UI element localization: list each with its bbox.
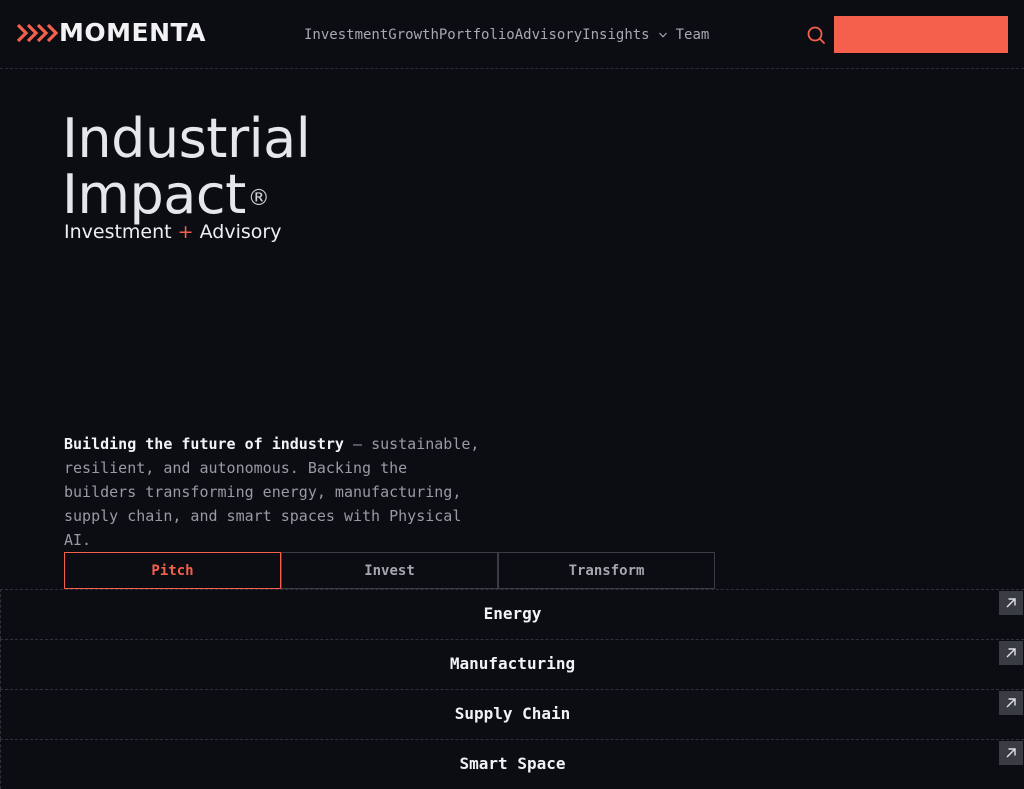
- hero-title-line2: Impact®: [62, 167, 310, 223]
- brand-name: MOMENTA: [59, 18, 206, 47]
- description-dash: —: [343, 435, 372, 453]
- header-cta-button[interactable]: [834, 16, 1008, 53]
- hero-sub-advisory: Advisory: [199, 221, 282, 243]
- nav-advisory[interactable]: Advisory: [515, 25, 582, 45]
- sector-label: Manufacturing: [449, 654, 576, 673]
- hero-sub-plus: +: [177, 221, 194, 243]
- hero-title: Industrial Impact®: [62, 107, 311, 223]
- main-nav: Investment Growth Portfolio Advisory Ins…: [304, 25, 709, 45]
- tab-pitch[interactable]: Pitch: [64, 552, 281, 589]
- hero-title-impact: Impact: [62, 163, 246, 226]
- sector-list: Energy Manufacturing Supply Chain Smart …: [0, 589, 1024, 789]
- sector-row-supply-chain[interactable]: Supply Chain: [0, 689, 1024, 739]
- nav-portfolio[interactable]: Portfolio: [439, 25, 515, 45]
- brand-logo[interactable]: MOMENTA: [16, 18, 206, 48]
- arrow-up-right-icon[interactable]: [999, 641, 1023, 665]
- description-lead: Building the future of industry: [64, 435, 344, 453]
- arrow-up-right-icon[interactable]: [999, 691, 1023, 715]
- hero-title-line1: Industrial: [62, 107, 311, 170]
- nav-growth[interactable]: Growth: [388, 25, 439, 45]
- hero-subtitle: Investment + Advisory: [64, 221, 281, 243]
- search-icon[interactable]: [805, 24, 827, 46]
- site-header: MOMENTA Investment Growth Portfolio Advi…: [0, 0, 1024, 69]
- sector-row-energy[interactable]: Energy: [0, 589, 1024, 639]
- registered-mark: ®: [247, 186, 270, 211]
- stage-tabs: Pitch Invest Transform: [64, 552, 715, 589]
- arrow-up-right-icon[interactable]: [999, 591, 1023, 615]
- hero-sub-investment: Investment: [64, 221, 172, 243]
- sector-row-smart-space[interactable]: Smart Space: [0, 739, 1024, 789]
- hero-description: Building the future of industry — sustai…: [64, 432, 484, 552]
- tab-transform[interactable]: Transform: [498, 552, 715, 589]
- sector-label: Supply Chain: [454, 704, 571, 723]
- chevron-down-icon[interactable]: [658, 30, 668, 40]
- arrow-up-right-icon[interactable]: [999, 741, 1023, 765]
- sector-label: Smart Space: [459, 754, 566, 773]
- sector-label: Energy: [483, 604, 542, 623]
- nav-investment[interactable]: Investment: [304, 25, 388, 45]
- sector-row-manufacturing[interactable]: Manufacturing: [0, 639, 1024, 689]
- nav-team[interactable]: Team: [676, 25, 710, 45]
- tab-invest[interactable]: Invest: [281, 552, 498, 589]
- logo-chevrons-icon: [16, 23, 58, 43]
- nav-insights[interactable]: Insights: [582, 25, 649, 45]
